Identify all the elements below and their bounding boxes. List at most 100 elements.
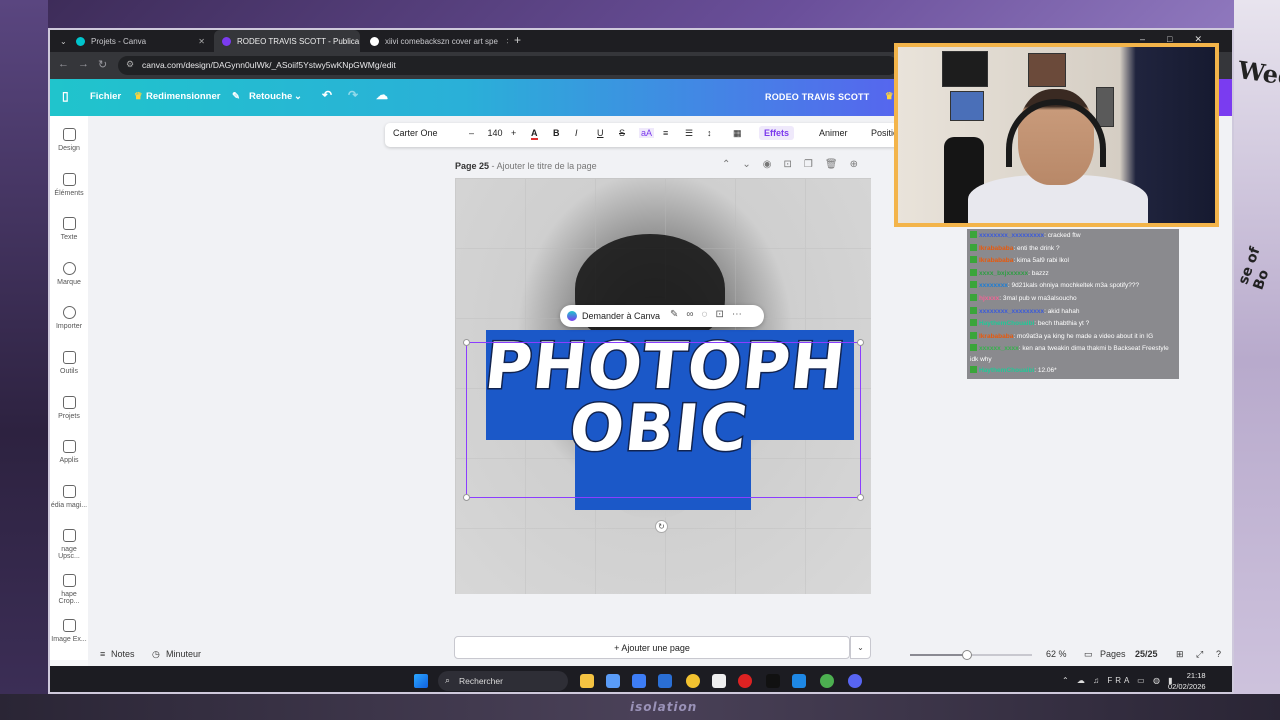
sidebar-item[interactable]: Projets (50, 395, 88, 420)
close-tab-icon[interactable]: ✕ (498, 37, 508, 46)
pages-icon[interactable]: ▭ (1084, 649, 1093, 660)
document-title[interactable]: RODEO TRAVIS SCOTT (765, 92, 869, 102)
resize-button[interactable]: Redimensionner (146, 91, 220, 102)
transparency-icon[interactable]: ▦ (733, 128, 742, 139)
site-info-icon[interactable]: ⚙ (126, 59, 134, 70)
sidebar-item[interactable]: Design (50, 128, 88, 152)
chrome-icon[interactable] (686, 674, 700, 688)
zoom-slider[interactable] (910, 650, 1032, 660)
zoom-level[interactable]: 62 % (1046, 649, 1067, 659)
browser-tab[interactable]: Projets - Canva ✕ (68, 30, 213, 52)
sidebar-item[interactable]: hape Crop... (50, 574, 88, 605)
selection-box[interactable] (463, 339, 864, 501)
decrease-size-button[interactable]: – (469, 128, 474, 138)
chat-username[interactable]: Ikrabababa (979, 333, 1013, 340)
chat-username[interactable]: Ikrabababa (979, 245, 1013, 252)
sidebar-item[interactable]: Image Ex... (50, 618, 88, 643)
grid-view-icon[interactable]: ⊞ (1176, 649, 1184, 660)
timer-icon[interactable]: ◷ (152, 649, 160, 660)
sidebar-item[interactable]: Texte (50, 217, 88, 241)
duplicate-icon[interactable]: ❐ (804, 159, 825, 170)
new-tab-icon[interactable]: + (514, 33, 521, 47)
ask-canva-button[interactable]: Demander à Canva (582, 311, 660, 321)
sidebar-item[interactable]: Importer (50, 306, 88, 330)
spacing-icon[interactable]: ↕ (707, 128, 712, 138)
redo-icon[interactable]: ↷ (348, 88, 358, 102)
link-icon[interactable]: ∞ (686, 309, 701, 320)
chat-username[interactable]: HaythemChouaibi (979, 367, 1034, 374)
tab-menu-icon[interactable]: ⌄ (60, 30, 68, 52)
help-icon[interactable]: ? (1216, 649, 1221, 659)
copilot-icon[interactable] (606, 674, 620, 688)
capcut-icon[interactable] (766, 674, 780, 688)
lock-icon[interactable]: ⊡ (784, 159, 804, 170)
magic-edit-icon[interactable]: ✎ (670, 309, 686, 320)
notes-button[interactable]: Notes (111, 649, 135, 659)
eye-icon[interactable]: ◉ (763, 159, 784, 170)
notion-icon[interactable] (712, 674, 726, 688)
opera-icon[interactable] (738, 674, 752, 688)
rotate-handle-icon[interactable]: ↻ (655, 520, 668, 533)
chat-username[interactable]: HaythemChouaibi (979, 320, 1034, 327)
close-tab-icon[interactable]: ✕ (190, 37, 205, 46)
fullscreen-icon[interactable]: ⤢ (1196, 649, 1203, 660)
chat-username[interactable]: hjxxxx (979, 295, 999, 302)
comment-icon[interactable]: ◌ (702, 309, 716, 320)
animate-button[interactable]: Animer (819, 128, 848, 138)
browser-tab-active[interactable]: RODEO TRAVIS SCOTT - Publica ✕ (214, 30, 360, 52)
notes-icon[interactable]: ≡ (100, 649, 105, 659)
sidebar-item[interactable]: Marque (50, 261, 88, 286)
sidebar-item[interactable]: édia magi... (50, 484, 88, 509)
taskbar-search[interactable]: ⌕ Rechercher (438, 671, 568, 691)
file-explorer-icon[interactable] (580, 674, 594, 688)
store-icon[interactable] (632, 674, 646, 688)
back-icon[interactable]: ← (58, 58, 69, 70)
chat-username[interactable]: xxxx_bxjxxxxxx (979, 270, 1028, 277)
chevron-down-icon[interactable]: ⌄ (742, 159, 762, 170)
resize-handle[interactable] (857, 494, 864, 501)
bold-icon[interactable]: B (553, 128, 560, 138)
sidebar-item[interactable]: Outils (50, 351, 88, 375)
design-page[interactable]: PHOTOPH OBIC Demander à Canva ✎∞◌⊡⋯ ↻ (455, 178, 871, 594)
add-page-icon[interactable]: ⊕ (850, 159, 870, 170)
case-icon[interactable]: aA (639, 128, 655, 138)
notepad-icon[interactable] (792, 674, 806, 688)
undo-icon[interactable]: ↶ (322, 88, 332, 102)
timer-button[interactable]: Minuteur (166, 649, 201, 659)
font-family-select[interactable]: Carter One (393, 128, 438, 138)
retouch-menu[interactable]: Retouche (249, 91, 292, 102)
lock-icon[interactable]: ⊡ (715, 309, 731, 320)
chat-username[interactable]: xxxxxxxx_xxxxxxxxx (979, 232, 1044, 239)
effects-button[interactable]: Effets (759, 126, 795, 140)
sidebar-item[interactable]: Applis (50, 440, 88, 464)
strikethrough-icon[interactable]: S (619, 128, 625, 138)
more-icon[interactable]: ⋯ (732, 309, 750, 320)
mail-icon[interactable] (658, 674, 672, 688)
system-tray[interactable]: ⌃ ☁ ♫ FRA ▭ ◍ ▮ (1062, 676, 1176, 685)
resize-handle[interactable] (463, 494, 470, 501)
resize-handle[interactable] (463, 339, 470, 346)
increase-size-button[interactable]: + (511, 128, 516, 138)
close-tab-icon[interactable]: ✕ (359, 37, 360, 46)
input-language[interactable]: FRA (1107, 676, 1132, 685)
url-input[interactable]: ⚙ canva.com/design/DAGynn0uIWk/_ASoiif5Y… (118, 56, 898, 75)
list-icon[interactable]: ☰ (685, 128, 693, 139)
chat-username[interactable]: Ikrabababa (979, 257, 1013, 264)
start-icon[interactable] (414, 674, 428, 688)
page-title-bar[interactable]: Page 25 - Ajouter le titre de la page (455, 161, 597, 171)
discord-icon[interactable] (848, 674, 862, 688)
zoom-slider-handle[interactable] (962, 650, 973, 660)
font-size-input[interactable]: 140 (483, 126, 507, 142)
trash-icon[interactable]: 🗑 (825, 159, 850, 170)
chevron-down-icon[interactable]: ⌄ (294, 91, 302, 102)
sidebar-item[interactable]: Éléments (50, 172, 88, 197)
cloud-saved-icon[interactable]: ☁ (376, 88, 388, 102)
clock[interactable]: 21:18 02/02/2026 (1168, 670, 1206, 692)
chat-username[interactable]: xxxxxxxx (979, 282, 1008, 289)
browser-tab[interactable]: xiivi comebackszn cover art spe ✕ (362, 30, 508, 52)
resize-handle[interactable] (857, 339, 864, 346)
underline-icon[interactable]: U (597, 128, 604, 138)
text-color-icon[interactable]: A (531, 128, 538, 140)
align-center-icon[interactable]: ≡ (663, 128, 668, 138)
file-menu[interactable]: Fichier (90, 91, 121, 102)
